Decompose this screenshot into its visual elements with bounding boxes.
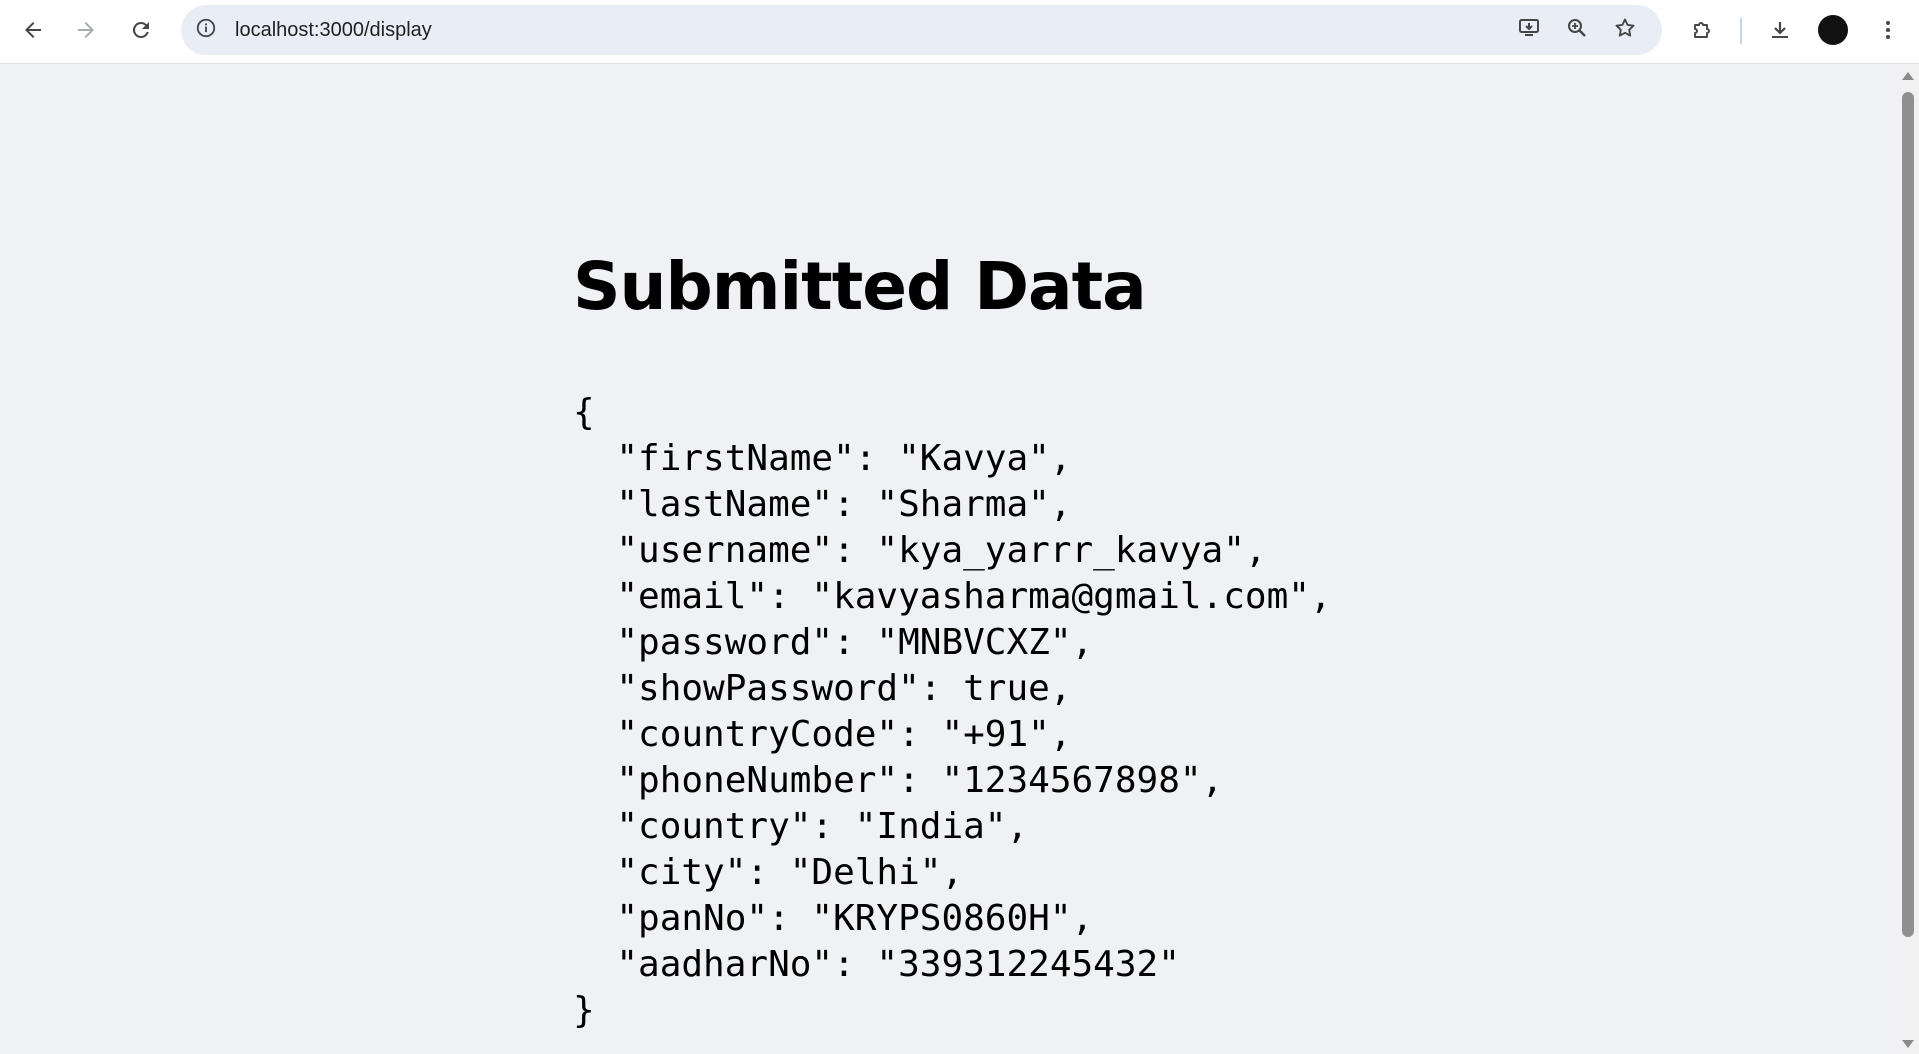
install-app-icon bbox=[1517, 16, 1541, 44]
json-line: } bbox=[573, 990, 595, 1031]
reload-button[interactable] bbox=[122, 13, 160, 51]
forward-arrow-icon bbox=[74, 18, 98, 46]
address-bar[interactable]: localhost:3000/display bbox=[181, 5, 1662, 55]
zoom-button[interactable] bbox=[1564, 17, 1590, 43]
page-title: Submitted Data bbox=[573, 248, 1147, 325]
url-text[interactable]: localhost:3000/display bbox=[235, 19, 432, 42]
scrollbar-thumb[interactable] bbox=[1902, 92, 1914, 937]
scroll-up-arrow-icon[interactable] bbox=[1902, 72, 1914, 80]
kebab-menu-icon bbox=[1876, 18, 1900, 46]
bookmark-button[interactable] bbox=[1612, 17, 1638, 43]
scroll-down-arrow-icon[interactable] bbox=[1902, 1040, 1914, 1048]
json-line: "phoneNumber": "1234567898", bbox=[573, 760, 1224, 801]
puzzle-icon bbox=[1690, 18, 1714, 46]
reload-icon bbox=[129, 18, 153, 46]
browser-menu-button[interactable] bbox=[1869, 13, 1907, 51]
json-line: "aadharNo": "339312245432" bbox=[573, 944, 1180, 985]
json-line: "showPassword": true, bbox=[573, 668, 1072, 709]
vertical-scrollbar[interactable] bbox=[1897, 64, 1919, 1054]
toolbar-divider bbox=[1740, 18, 1742, 44]
page-viewport: Submitted Data { "firstName": "Kavya", "… bbox=[0, 64, 1897, 1054]
json-line: "password": "MNBVCXZ", bbox=[573, 622, 1094, 663]
extensions-button[interactable] bbox=[1683, 13, 1721, 51]
downloads-button[interactable] bbox=[1761, 13, 1799, 51]
zoom-icon bbox=[1565, 16, 1589, 44]
json-line: { bbox=[573, 392, 595, 433]
submitted-json: { "firstName": "Kavya", "lastName": "Sha… bbox=[573, 390, 1332, 1034]
site-info-button[interactable] bbox=[193, 17, 219, 43]
info-icon bbox=[195, 17, 217, 43]
json-line: "username": "kya_yarrr_kavya", bbox=[573, 530, 1267, 571]
forward-button[interactable] bbox=[67, 13, 105, 51]
install-app-button[interactable] bbox=[1516, 17, 1542, 43]
json-line: "panNo": "KRYPS0860H", bbox=[573, 898, 1094, 939]
back-arrow-icon bbox=[21, 18, 45, 46]
json-line: "lastName": "Sharma", bbox=[573, 484, 1072, 525]
json-line: "countryCode": "+91", bbox=[573, 714, 1072, 755]
json-line: "city": "Delhi", bbox=[573, 852, 964, 893]
json-line: "firstName": "Kavya", bbox=[573, 438, 1072, 479]
avatar[interactable] bbox=[1818, 15, 1848, 45]
json-line: "email": "kavyasharma@gmail.com", bbox=[573, 576, 1332, 617]
json-line: "country": "India", bbox=[573, 806, 1029, 847]
back-button[interactable] bbox=[14, 13, 52, 51]
browser-window: localhost:3000/display Submitted Data {… bbox=[0, 0, 1919, 1054]
star-icon bbox=[1613, 16, 1637, 44]
browser-toolbar: localhost:3000/display bbox=[0, 0, 1919, 64]
download-icon bbox=[1768, 18, 1792, 46]
